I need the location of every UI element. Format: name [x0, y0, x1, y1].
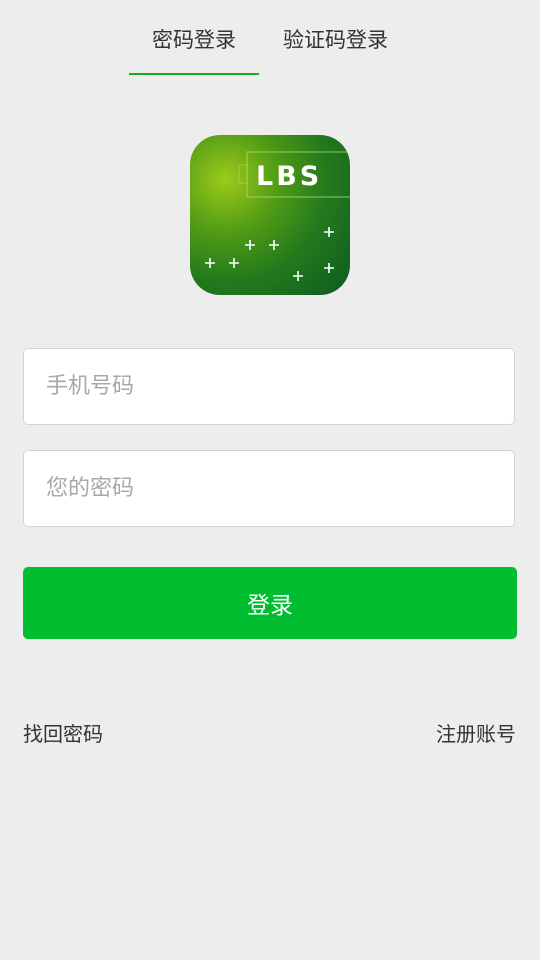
- lbs-app-logo-icon: LBS: [190, 135, 350, 295]
- phone-field: [23, 348, 515, 425]
- register-account-link[interactable]: 注册账号: [436, 718, 516, 747]
- password-field: [23, 450, 515, 527]
- tab-password-login[interactable]: 密码登录: [152, 24, 236, 54]
- logo-sparkles: [205, 227, 334, 281]
- logo-text: LBS: [256, 161, 322, 192]
- login-tabs: 密码登录 验证码登录: [0, 0, 540, 76]
- tab-verification-code-login[interactable]: 验证码登录: [283, 24, 388, 54]
- login-page: 密码登录 验证码登录 LBS 登录 找回密码 注册账号: [0, 0, 540, 960]
- active-tab-indicator: [129, 73, 259, 75]
- phone-input[interactable]: [46, 349, 496, 424]
- login-button[interactable]: 登录: [23, 567, 517, 639]
- password-input[interactable]: [46, 451, 496, 526]
- forgot-password-link[interactable]: 找回密码: [23, 718, 103, 747]
